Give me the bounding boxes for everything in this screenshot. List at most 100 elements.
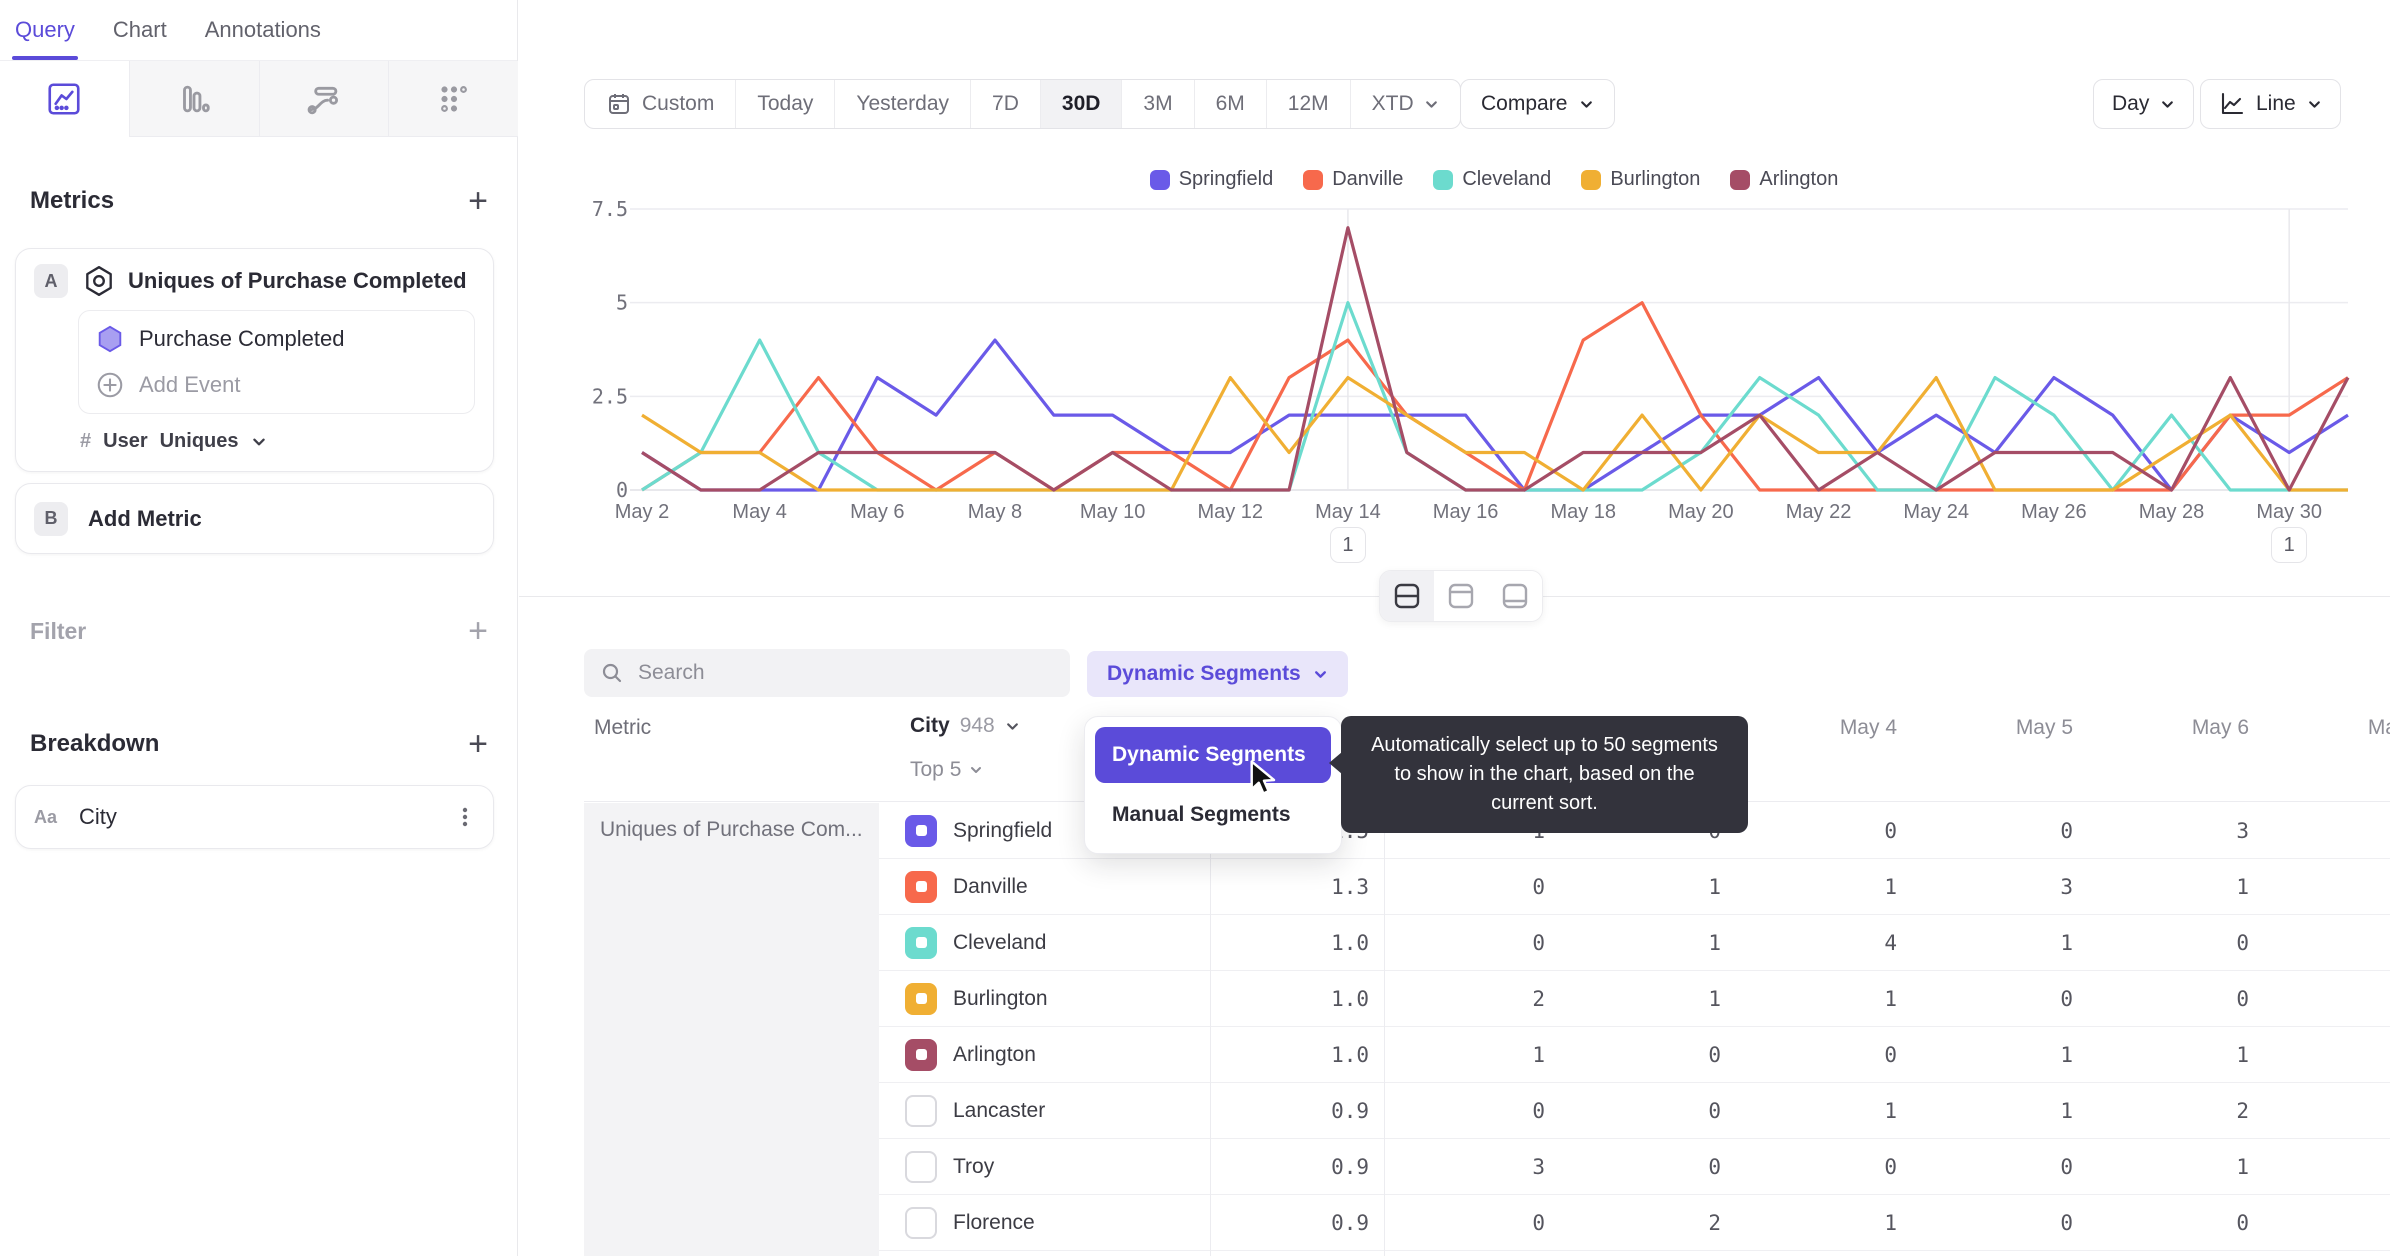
range-button-3m[interactable]: 3M [1122, 80, 1195, 128]
date-column-header[interactable]: May 6 [2089, 716, 2265, 740]
segment-name: Springfield [953, 818, 1053, 842]
segment-day-value: 1 [1884, 1210, 1897, 1235]
table-header-breakdown[interactable]: City 948 [910, 714, 1020, 738]
svg-text:May 4: May 4 [732, 501, 786, 523]
menu-item-dynamic-segments[interactable]: Dynamic Segments [1095, 727, 1331, 783]
range-button-6m[interactable]: 6M [1195, 80, 1267, 128]
segment-checkbox[interactable] [905, 1206, 937, 1239]
range-button-custom[interactable]: Custom [585, 80, 737, 128]
range-button-today[interactable]: Today [736, 80, 836, 128]
segment-day-value: 0 [1708, 1154, 1721, 1179]
legend-item-arlington[interactable]: Arlington [1730, 168, 1838, 191]
measure-type: Uniques [159, 430, 239, 452]
svg-text:May 26: May 26 [2021, 501, 2087, 523]
segment-day-value: 1 [2060, 1098, 2073, 1123]
range-button-30d[interactable]: 30D [1040, 80, 1123, 128]
hash-icon: # [80, 430, 92, 452]
segment-day-value: 1 [1708, 874, 1721, 899]
segment-day-value: 0 [2060, 1210, 2073, 1235]
menu-item-manual-segments[interactable]: Manual Segments [1095, 787, 1331, 843]
add-event-label: Add Event [139, 372, 241, 397]
add-metric-plus-button[interactable]: + [468, 184, 488, 218]
split-view-icon [1392, 581, 1422, 611]
annotation-badge-may-14[interactable]: 1 [1329, 527, 1366, 563]
chart-type-scatter[interactable] [389, 61, 518, 137]
metric-b-badge: B [34, 501, 68, 536]
segment-checkbox[interactable] [905, 1150, 937, 1183]
legend-item-cleveland[interactable]: Cleveland [1433, 168, 1551, 191]
chart-type-line[interactable] [0, 61, 130, 137]
segment-name: Cleveland [953, 930, 1047, 954]
svg-text:May 24: May 24 [1903, 501, 1969, 523]
segment-day-value: 1 [2236, 1154, 2249, 1179]
measure-entity: User [103, 430, 148, 452]
segment-day-value: 3 [2236, 818, 2249, 843]
line-chart[interactable]: 0 2.5 5 7.5 May 2 May 4 May 6 May 8 May 10 May 12… [584, 200, 2390, 532]
compare-button[interactable]: Compare [1460, 79, 1616, 129]
view-toggle-chart[interactable] [1434, 571, 1488, 621]
range-button-xtd[interactable]: XTD [1351, 80, 1460, 128]
annotation-badge-may-30[interactable]: 1 [2271, 527, 2308, 563]
event-purchase-completed[interactable]: Purchase Completed [95, 324, 458, 354]
breakdown-property-label: City [79, 804, 117, 829]
segment-day-value: 0 [1884, 818, 1897, 843]
svg-text:0: 0 [616, 478, 628, 502]
range-button-12m[interactable]: 12M [1267, 80, 1351, 128]
search-input[interactable] [638, 661, 1054, 685]
add-filter-button[interactable]: + [468, 614, 488, 648]
segments-mode-menu: Dynamic Segments Manual Segments [1084, 716, 1342, 854]
add-breakdown-button[interactable]: + [468, 727, 488, 761]
date-column-header[interactable]: May 5 [1913, 716, 2089, 740]
chart-type-bar[interactable] [129, 61, 260, 137]
segment-checkbox[interactable] [905, 1094, 937, 1127]
legend-item-burlington[interactable]: Burlington [1581, 168, 1700, 191]
segment-checkbox-checked[interactable] [905, 926, 937, 959]
segment-day-value: 0 [1532, 874, 1545, 899]
segment-checkbox-checked[interactable] [905, 1038, 937, 1071]
table-row-lancaster: Lancaster 0.9 0 0 1 1 2 [879, 1083, 2390, 1139]
view-toggle-split[interactable] [1380, 571, 1434, 621]
chevron-down-icon [1005, 719, 1020, 734]
calendar-icon [606, 91, 632, 117]
segment-count: 948 [959, 714, 995, 737]
tab-annotations[interactable]: Annotations [205, 0, 321, 60]
granularity-label: Day [2112, 92, 2150, 115]
top-n-selector[interactable]: Top 5 [910, 758, 983, 782]
chevron-down-icon [251, 434, 267, 450]
property-type-icon: Aa [34, 806, 58, 827]
segments-mode-button[interactable]: Dynamic Segments [1087, 651, 1348, 697]
tab-chart[interactable]: Chart [113, 0, 167, 60]
chevron-down-icon [2307, 97, 2322, 112]
view-toggle-table[interactable] [1488, 571, 1542, 621]
kebab-menu-icon[interactable] [455, 806, 475, 828]
measurement-selector[interactable]: # User Uniques [80, 430, 475, 453]
svg-text:May 16: May 16 [1433, 501, 1499, 523]
add-metric-card[interactable]: B Add Metric [15, 483, 494, 554]
range-button-yesterday[interactable]: Yesterday [835, 80, 972, 128]
segment-name: Florence [953, 1210, 1035, 1234]
chart-style-button[interactable]: Line [2200, 79, 2341, 129]
chart-type-flow[interactable] [259, 61, 390, 137]
segment-day-value: 2 [1532, 986, 1545, 1011]
segment-checkbox-checked[interactable] [905, 870, 937, 903]
legend-item-danville[interactable]: Danville [1303, 168, 1403, 191]
segment-day-value: 1 [1884, 986, 1897, 1011]
segments-table-body: Springfield1.510003Danville1.301131Cleve… [879, 803, 2390, 1251]
svg-text:7.5: 7.5 [592, 200, 628, 221]
tab-query[interactable]: Query [12, 0, 78, 60]
granularity-button[interactable]: Day [2093, 79, 2195, 129]
date-column-header[interactable]: May 7 [2265, 716, 2390, 740]
date-column-header[interactable]: May 4 [1737, 716, 1913, 740]
svg-text:May 8: May 8 [968, 501, 1022, 523]
segment-checkbox-checked[interactable] [905, 982, 937, 1015]
add-event-button[interactable]: Add Event [95, 370, 458, 400]
chart-legend: Springfield Danville Cleveland Burlington Ar… [640, 168, 2348, 191]
segment-checkbox-checked[interactable] [905, 814, 937, 847]
range-button-7d[interactable]: 7D [971, 80, 1041, 128]
compare-label: Compare [1481, 92, 1568, 115]
segment-day-value: 2 [2236, 1098, 2249, 1123]
breakdown-city-card[interactable]: Aa City [15, 785, 494, 849]
legend-item-springfield[interactable]: Springfield [1149, 168, 1273, 191]
metric-a-header[interactable]: A Uniques of Purchase Completed [34, 264, 475, 298]
column-divider [1384, 803, 1385, 1256]
